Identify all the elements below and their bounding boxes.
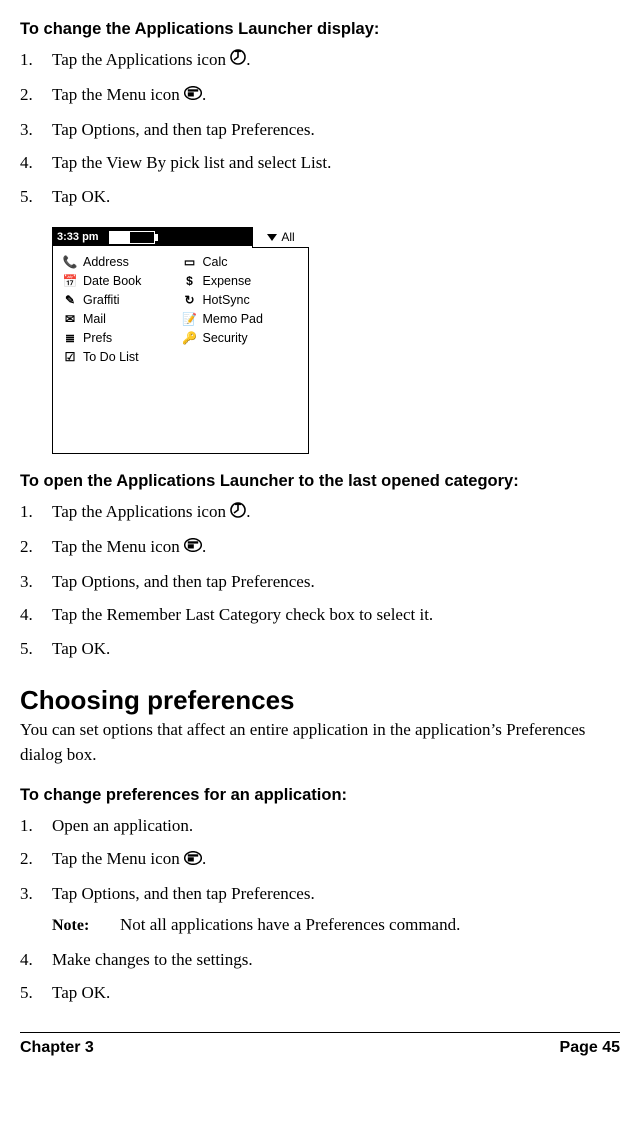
- step-text: Tap the View By pick list and select Lis…: [52, 153, 331, 172]
- address-icon: 📞: [61, 254, 79, 271]
- step-text: Tap the Menu icon: [52, 849, 184, 868]
- step-text: Tap OK.: [52, 983, 110, 1002]
- security-icon: 🔑: [181, 330, 199, 347]
- period: .: [246, 50, 250, 69]
- category-label: All: [281, 230, 294, 244]
- category-dropdown[interactable]: All: [252, 227, 309, 248]
- period: .: [202, 849, 206, 868]
- list-item[interactable]: 📅Date Book: [61, 273, 181, 290]
- step: 1.Open an application.: [20, 813, 620, 839]
- calc-icon: ▭: [181, 254, 199, 271]
- step-text: Make changes to the settings.: [52, 950, 253, 969]
- steps-change-prefs-cont: 4.Make changes to the settings. 5.Tap OK…: [20, 947, 620, 1006]
- step-text: Tap the Menu icon: [52, 85, 184, 104]
- todo-icon: ☑: [61, 349, 79, 366]
- applications-icon: [230, 500, 246, 526]
- mail-icon: ✉: [61, 311, 79, 328]
- chevron-down-icon: [267, 234, 277, 241]
- steps-change-prefs: 1.Open an application. 2. Tap the Menu i…: [20, 813, 620, 907]
- step: 4.Tap the Remember Last Category check b…: [20, 602, 620, 628]
- applications-icon: [230, 47, 246, 73]
- palm-time: 3:33 pm: [57, 231, 99, 243]
- footer-chapter: Chapter 3: [20, 1039, 94, 1057]
- step-text: Tap Options, and then tap Preferences.: [52, 884, 315, 903]
- menu-icon: [184, 82, 202, 108]
- list-item[interactable]: 📞Address: [61, 254, 181, 271]
- palm-app-list: 📞Address 📅Date Book ✎Graffiti ✉Mail ≣Pre…: [53, 246, 308, 374]
- list-item[interactable]: ▭Calc: [181, 254, 301, 271]
- period: .: [246, 502, 250, 521]
- menu-icon: [184, 534, 202, 560]
- period: .: [202, 85, 206, 104]
- list-item[interactable]: $Expense: [181, 273, 301, 290]
- step-text: Tap the Applications icon: [52, 50, 230, 69]
- intro-text: You can set options that affect an entir…: [20, 718, 620, 767]
- step: 1. Tap the Applications icon .: [20, 47, 620, 74]
- note: Note: Not all applications have a Prefer…: [20, 915, 620, 935]
- step-text: Tap Options, and then tap Preferences.: [52, 120, 315, 139]
- note-label: Note:: [52, 917, 116, 935]
- step-text: Open an application.: [52, 816, 193, 835]
- footer-page: Page 45: [560, 1039, 620, 1057]
- step: 3.Tap Options, and then tap Preferences.: [20, 881, 620, 907]
- step: 2. Tap the Menu icon .: [20, 846, 620, 873]
- step: 2. Tap the Menu icon .: [20, 82, 620, 109]
- step: 4.Make changes to the settings.: [20, 947, 620, 973]
- step: 3.Tap Options, and then tap Preferences.: [20, 569, 620, 595]
- page-footer: Chapter 3 Page 45: [20, 1032, 620, 1077]
- step-text: Tap the Applications icon: [52, 502, 230, 521]
- section-title-preferences: Choosing preferences: [20, 685, 620, 716]
- steps-change-display: 1. Tap the Applications icon . 2. Tap th…: [20, 47, 620, 209]
- note-text: Not all applications have a Preferences …: [120, 915, 460, 934]
- list-item[interactable]: ☑To Do List: [61, 349, 181, 366]
- list-item[interactable]: 📝Memo Pad: [181, 311, 301, 328]
- step: 5.Tap OK.: [20, 636, 620, 662]
- step: 5.Tap OK.: [20, 184, 620, 210]
- list-item[interactable]: ↻HotSync: [181, 292, 301, 309]
- heading-change-display: To change the Applications Launcher disp…: [20, 20, 620, 39]
- step-text: Tap OK.: [52, 187, 110, 206]
- list-item[interactable]: ✉Mail: [61, 311, 181, 328]
- step-text: Tap OK.: [52, 639, 110, 658]
- heading-last-category: To open the Applications Launcher to the…: [20, 472, 620, 491]
- step: 4.Tap the View By pick list and select L…: [20, 150, 620, 176]
- step: 2. Tap the Menu icon .: [20, 534, 620, 561]
- step: 5.Tap OK.: [20, 980, 620, 1006]
- prefs-icon: ≣: [61, 330, 79, 347]
- datebook-icon: 📅: [61, 273, 79, 290]
- palm-screenshot: 3:33 pm All 📞Address 📅Date Book ✎Graffit…: [52, 227, 309, 454]
- step: 1. Tap the Applications icon .: [20, 499, 620, 526]
- hotsync-icon: ↻: [181, 292, 199, 309]
- expense-icon: $: [181, 273, 199, 290]
- memopad-icon: 📝: [181, 311, 199, 328]
- list-item[interactable]: 🔑Security: [181, 330, 301, 347]
- graffiti-icon: ✎: [61, 292, 79, 309]
- step-text: Tap the Menu icon: [52, 537, 184, 556]
- list-item[interactable]: ✎Graffiti: [61, 292, 181, 309]
- period: .: [202, 537, 206, 556]
- battery-icon: [109, 231, 155, 244]
- steps-last-category: 1. Tap the Applications icon . 2. Tap th…: [20, 499, 620, 661]
- step-text: Tap the Remember Last Category check box…: [52, 605, 433, 624]
- list-item[interactable]: ≣Prefs: [61, 330, 181, 347]
- menu-icon: [184, 847, 202, 873]
- document-page: To change the Applications Launcher disp…: [0, 0, 640, 1077]
- step: 3.Tap Options, and then tap Preferences.: [20, 117, 620, 143]
- step-text: Tap Options, and then tap Preferences.: [52, 572, 315, 591]
- heading-change-prefs: To change preferences for an application…: [20, 786, 620, 805]
